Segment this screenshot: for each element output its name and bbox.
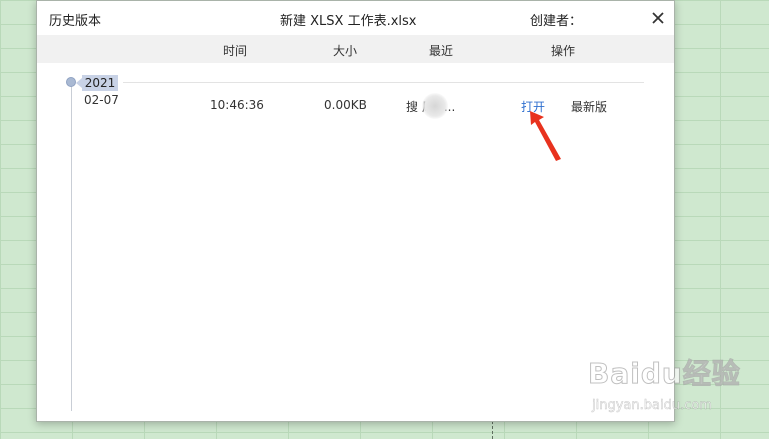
dialog-title: 历史版本 xyxy=(49,14,102,29)
file-name: 新建 XLSX 工作表.xlsx xyxy=(280,14,417,29)
red-arrow-annotation-icon xyxy=(530,111,561,161)
creator-label: 创建者： xyxy=(530,14,583,29)
timeline-dot-icon xyxy=(66,77,76,87)
column-header-time: 时间 xyxy=(222,44,248,58)
timeline-year: 2021 xyxy=(76,75,118,91)
history-version-dialog: 历史版本 新建 XLSX 工作表.xlsx 创建者： 时间 大小 最近 操作 2… xyxy=(36,0,675,422)
latest-version-badge: 最新版 xyxy=(571,100,608,114)
version-time: 10:46:36 xyxy=(210,98,264,112)
version-size: 0.00KB xyxy=(324,98,367,112)
column-header-recent: 最近 xyxy=(428,44,454,58)
close-button[interactable] xyxy=(648,8,668,28)
column-header-size: 大小 xyxy=(332,44,358,58)
close-icon xyxy=(652,12,664,24)
watermark-url: jingyan.baidu.com xyxy=(592,398,712,414)
privacy-blur xyxy=(422,93,448,119)
dialog-titlebar: 历史版本 新建 XLSX 工作表.xlsx 创建者： xyxy=(37,1,674,35)
column-header-action: 操作 xyxy=(550,44,576,58)
watermark-logo: Baidu经验 xyxy=(588,357,741,391)
baidu-watermark: Baidu经验 jingyan.baidu.com xyxy=(588,352,758,424)
timeline-line xyxy=(71,79,72,411)
year-divider xyxy=(123,82,644,83)
table-header: 时间 大小 最近 操作 xyxy=(37,35,674,63)
timeline-date: 02-07 xyxy=(84,93,119,107)
